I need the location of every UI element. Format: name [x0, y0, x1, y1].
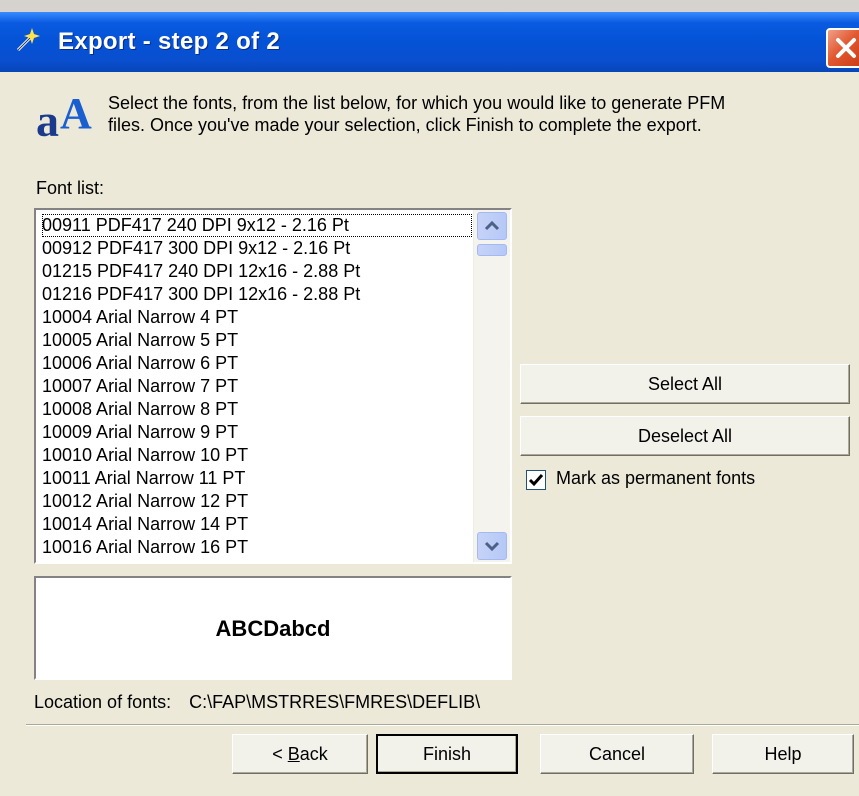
font-list-item[interactable]: 01215 PDF417 240 DPI 12x16 - 2.88 Pt: [42, 260, 472, 283]
font-app-icon: a A: [34, 84, 98, 146]
font-list-item[interactable]: 00912 PDF417 300 DPI 9x12 - 2.16 Pt: [42, 237, 472, 260]
font-preview-text: ABCDabcd: [215, 616, 331, 641]
svg-text:A: A: [60, 89, 92, 138]
scroll-thumb[interactable]: [477, 244, 507, 256]
close-button[interactable]: [826, 28, 859, 68]
font-list-item[interactable]: 10012 Arial Narrow 12 PT: [42, 490, 472, 513]
font-list-item[interactable]: 10006 Arial Narrow 6 PT: [42, 352, 472, 375]
font-list-item[interactable]: 00911 PDF417 240 DPI 9x12 - 2.16 Pt: [42, 214, 472, 237]
font-list-item[interactable]: 10007 Arial Narrow 7 PT: [42, 375, 472, 398]
font-list-item[interactable]: 10005 Arial Narrow 5 PT: [42, 329, 472, 352]
back-prefix: <: [272, 744, 288, 764]
font-list-item[interactable]: 10014 Arial Narrow 14 PT: [42, 513, 472, 536]
location-label: Location of fonts:: [34, 692, 172, 712]
chevron-up-icon: [484, 220, 500, 231]
font-list-item[interactable]: 10008 Arial Narrow 8 PT: [42, 398, 472, 421]
cancel-button[interactable]: Cancel: [540, 734, 694, 774]
font-list-items: 00911 PDF417 240 DPI 9x12 - 2.16 Pt 00912…: [42, 214, 472, 559]
font-list-item[interactable]: 10011 Arial Narrow 11 PT: [42, 467, 472, 490]
instructions-line-2: files. Once you've made your selection, …: [108, 115, 702, 135]
top-strip: [0, 0, 859, 12]
deselect-all-button[interactable]: Deselect All: [520, 416, 850, 456]
font-list[interactable]: 00911 PDF417 240 DPI 9x12 - 2.16 Pt 00912…: [34, 208, 512, 564]
svg-text:a: a: [36, 95, 59, 140]
close-icon: [836, 38, 856, 58]
font-list-item[interactable]: 01216 PDF417 300 DPI 12x16 - 2.88 Pt: [42, 283, 472, 306]
font-list-item[interactable]: 10004 Arial Narrow 4 PT: [42, 306, 472, 329]
font-list-item[interactable]: 10009 Arial Narrow 9 PT: [42, 421, 472, 444]
permanent-fonts-checkbox[interactable]: [526, 470, 546, 490]
window-title: Export - step 2 of 2: [58, 28, 281, 55]
font-list-item[interactable]: 10016 Arial Narrow 16 PT: [42, 536, 472, 559]
fonts-location: Location of fonts: C:\FAP\MSTRRES\FMRES\D…: [34, 692, 480, 713]
separator: [26, 724, 859, 726]
instructions-line-1: Select the fonts, from the list below, f…: [108, 93, 726, 113]
instructions-text: Select the fonts, from the list below, f…: [108, 92, 848, 136]
title-bar[interactable]: Export - step 2 of 2: [0, 12, 859, 72]
font-list-scrollbar[interactable]: [473, 210, 510, 562]
back-rest: ack: [299, 744, 328, 764]
scroll-down-button[interactable]: [477, 532, 507, 560]
wand-icon: [14, 26, 42, 54]
checkmark-icon: [528, 474, 544, 487]
permanent-fonts-label[interactable]: Mark as permanent fonts: [556, 468, 755, 489]
font-list-label: Font list:: [36, 178, 105, 198]
font-list-item[interactable]: 10010 Arial Narrow 10 PT: [42, 444, 472, 467]
scroll-up-button[interactable]: [477, 212, 507, 240]
chevron-down-icon: [484, 541, 500, 552]
location-path: C:\FAP\MSTRRES\FMRES\DEFLIB\: [189, 692, 481, 712]
select-all-button[interactable]: Select All: [520, 364, 850, 404]
font-preview-box: ABCDabcd: [34, 576, 512, 680]
back-mnemonic: B: [287, 744, 300, 764]
finish-button[interactable]: Finish: [376, 734, 518, 774]
back-button[interactable]: < Back: [232, 734, 368, 774]
help-button[interactable]: Help: [712, 734, 854, 774]
